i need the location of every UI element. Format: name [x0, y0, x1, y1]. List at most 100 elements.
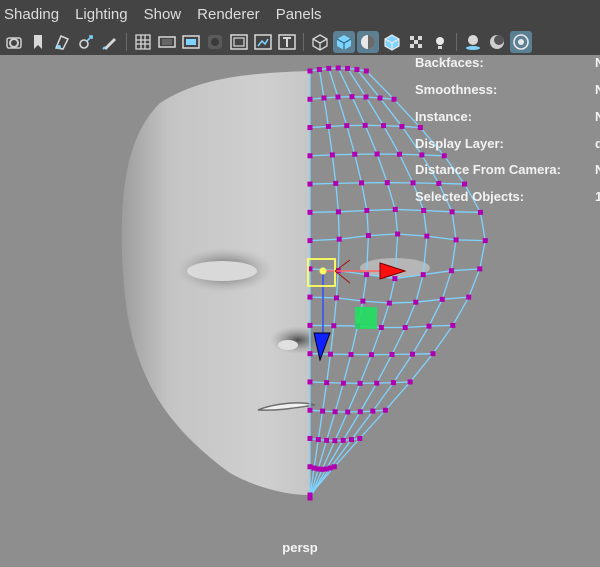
resolution-gate-icon[interactable] — [180, 31, 202, 53]
mesh-vertex — [320, 408, 326, 414]
menu-show[interactable]: Show — [140, 6, 192, 23]
mesh-vertex — [307, 68, 313, 74]
mesh-vertex — [439, 296, 445, 302]
mesh-vertex — [340, 437, 346, 443]
bookmark-icon[interactable] — [27, 31, 49, 53]
mesh-vertex — [409, 351, 415, 357]
mesh-vertex — [321, 95, 327, 101]
mesh-vertex — [436, 180, 442, 186]
mesh-edge — [335, 182, 362, 185]
mesh-vertex — [368, 352, 374, 358]
mesh-edge — [393, 381, 411, 384]
mesh-vertex — [374, 151, 380, 157]
film-gate-icon[interactable] — [156, 31, 178, 53]
mesh-vertex — [340, 380, 346, 386]
wireframe-icon[interactable] — [309, 31, 331, 53]
screen-space-ao-icon[interactable] — [486, 31, 508, 53]
toolbar-separator — [456, 32, 457, 51]
mesh-vertex — [333, 295, 339, 301]
mesh-vertex — [324, 437, 330, 443]
perspective-viewport[interactable]: Backfaces: N Smoothness: N Instance: N D… — [0, 55, 600, 567]
hud-distance-label: Distance From Camera: — [415, 162, 561, 177]
grease-pencil-icon[interactable] — [99, 31, 121, 53]
mesh-vertex — [370, 408, 376, 414]
mesh-edge — [309, 154, 333, 157]
mesh-vertex — [389, 352, 395, 358]
safe-title-icon[interactable] — [276, 31, 298, 53]
grid-icon[interactable] — [132, 31, 154, 53]
default-material-icon[interactable] — [357, 30, 379, 53]
camera-track-icon[interactable] — [75, 31, 97, 53]
mesh-edge — [383, 124, 402, 128]
mesh-vertex — [359, 180, 365, 186]
menu-renderer[interactable]: Renderer — [193, 6, 270, 23]
hud-smoothness-value: N — [595, 82, 600, 97]
viewport-menu-bar: Shading Lighting Show Renderer Panels — [0, 0, 600, 28]
mesh-vertex — [307, 407, 313, 413]
menu-shading[interactable]: Shading — [0, 6, 69, 23]
mesh-vertex — [413, 299, 419, 305]
gate-mask-icon[interactable] — [204, 31, 226, 53]
mesh-vertex — [392, 206, 398, 212]
menu-panels[interactable]: Panels — [272, 6, 332, 23]
mesh-edge — [332, 153, 355, 156]
camera-attributes-icon[interactable] — [3, 31, 25, 53]
mesh-vertex — [331, 323, 337, 329]
mesh-vertex — [333, 180, 339, 186]
mesh-vertex — [364, 207, 370, 213]
mesh-vertex — [384, 180, 390, 186]
hud-backfaces-value: N — [595, 55, 600, 70]
mesh-vertex — [382, 407, 388, 413]
mesh-vertex — [365, 233, 371, 239]
mesh-vertex — [324, 380, 330, 386]
mesh-vertex — [482, 238, 488, 244]
mesh-vertex — [307, 435, 313, 441]
mesh-vertex — [307, 351, 313, 357]
shadows-icon[interactable] — [462, 31, 484, 53]
field-chart-icon[interactable] — [228, 31, 250, 53]
motion-blur-icon[interactable] — [510, 30, 532, 53]
mesh-vertex — [407, 379, 413, 385]
mesh-edge — [337, 211, 340, 240]
mesh-vertex — [386, 300, 392, 306]
mesh-edge — [413, 182, 439, 185]
mesh-edge — [428, 324, 453, 327]
mesh-vertex — [348, 437, 354, 443]
mesh-vertex — [307, 379, 313, 385]
textured-icon[interactable] — [405, 31, 427, 53]
mesh-vertex — [327, 351, 333, 357]
safe-action-icon[interactable] — [252, 31, 274, 53]
viewport-toolbar — [0, 28, 600, 55]
menu-lighting[interactable]: Lighting — [71, 6, 138, 23]
mesh-vertex — [335, 94, 341, 100]
face-mesh-scene — [121, 65, 496, 501]
mesh-vertex — [392, 276, 398, 282]
mesh-vertex — [450, 322, 456, 328]
mesh-edge — [309, 381, 327, 384]
mesh-edge — [456, 239, 486, 242]
mesh-vertex — [332, 438, 338, 444]
mesh-edge — [328, 124, 347, 128]
wireframe-on-shaded-icon[interactable] — [381, 31, 403, 53]
mesh-vertex — [357, 380, 363, 386]
mesh-vertex — [421, 208, 427, 214]
smooth-shade-icon[interactable] — [333, 30, 355, 53]
mesh-vertex — [307, 209, 313, 215]
mesh-vertex — [352, 151, 358, 157]
mesh-vertex — [430, 351, 436, 357]
mesh-vertex — [307, 181, 313, 187]
mesh-vertex — [419, 152, 425, 158]
mesh-vertex — [424, 233, 430, 239]
camera-name-label: persp — [282, 540, 318, 555]
mesh-vertex — [307, 125, 313, 131]
mesh-vertex — [381, 123, 387, 129]
mesh-vertex — [316, 67, 322, 72]
use-all-lights-icon[interactable] — [429, 31, 451, 53]
mesh-edge — [421, 154, 445, 157]
mesh-vertex — [396, 151, 402, 157]
toolbar-separator — [126, 32, 127, 51]
image-plane-icon[interactable] — [51, 31, 73, 53]
mesh-vertex — [326, 65, 332, 71]
mesh-vertex — [449, 209, 455, 215]
mesh-edge — [452, 211, 481, 213]
